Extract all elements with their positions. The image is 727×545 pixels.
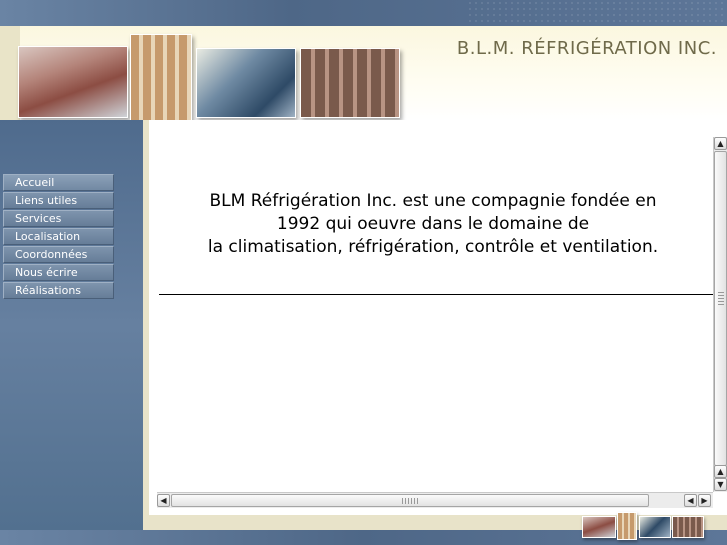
scroll-left-button[interactable]: ◀ [157,494,170,507]
building-photo-1 [18,46,128,118]
horizontal-grip-icon [402,498,418,504]
scroll-down-button[interactable]: ▼ [714,478,727,491]
sidebar-item-nous-ecrire[interactable]: Nous écrire [3,264,114,281]
sidebar-item-liens-utiles[interactable]: Liens utiles [3,192,114,209]
sidebar-item-coordonnees[interactable]: Coordonnées [3,246,114,263]
building-photo-3 [196,48,296,118]
sidebar-item-services[interactable]: Services [3,210,114,227]
top-bar-pattern [467,0,727,26]
footer-photo-2 [617,512,637,540]
vertical-scrollbar[interactable]: ▲ ▲ ▼ [713,137,727,492]
intro-line-3: la climatisation, réfrigération, contrôl… [207,237,659,257]
intro-line-2: 1992 qui oeuvre dans le domaine de [276,214,590,234]
scroll-left-button-right[interactable]: ◀ [684,494,697,507]
footer-photo-4 [672,516,704,538]
footer-photo-3 [639,516,671,538]
sidebar-item-localisation[interactable]: Localisation [3,228,114,245]
sidebar-item-realisations[interactable]: Réalisations [3,282,114,299]
horizontal-scroll-thumb[interactable] [171,494,649,507]
building-photo-4 [300,48,400,118]
top-bar [0,0,727,26]
main-content: BLM Réfrigération Inc. est une compagnie… [153,130,713,492]
intro-text: BLM Réfrigération Inc. est une compagnie… [153,190,713,259]
vertical-grip-icon [718,292,724,306]
scroll-right-button[interactable]: ▶ [698,494,711,507]
horizontal-rule [159,294,713,295]
footer-photo-1 [582,516,616,538]
scroll-up-button[interactable]: ▲ [714,137,727,150]
sidebar-nav: Accueil Liens utiles Services Localisati… [3,174,114,300]
header-left-border [0,26,20,120]
scroll-up-button-lower[interactable]: ▲ [714,465,727,478]
horizontal-scrollbar[interactable]: ◀ ◀ ▶ [157,492,713,508]
vertical-scroll-thumb[interactable] [714,151,727,466]
building-photo-2 [130,34,192,130]
intro-line-1: BLM Réfrigération Inc. est une compagnie… [209,191,657,211]
site-title: B.L.M. RÉFRIGÉRATION INC. [456,38,717,59]
sidebar-item-accueil[interactable]: Accueil [3,174,114,191]
